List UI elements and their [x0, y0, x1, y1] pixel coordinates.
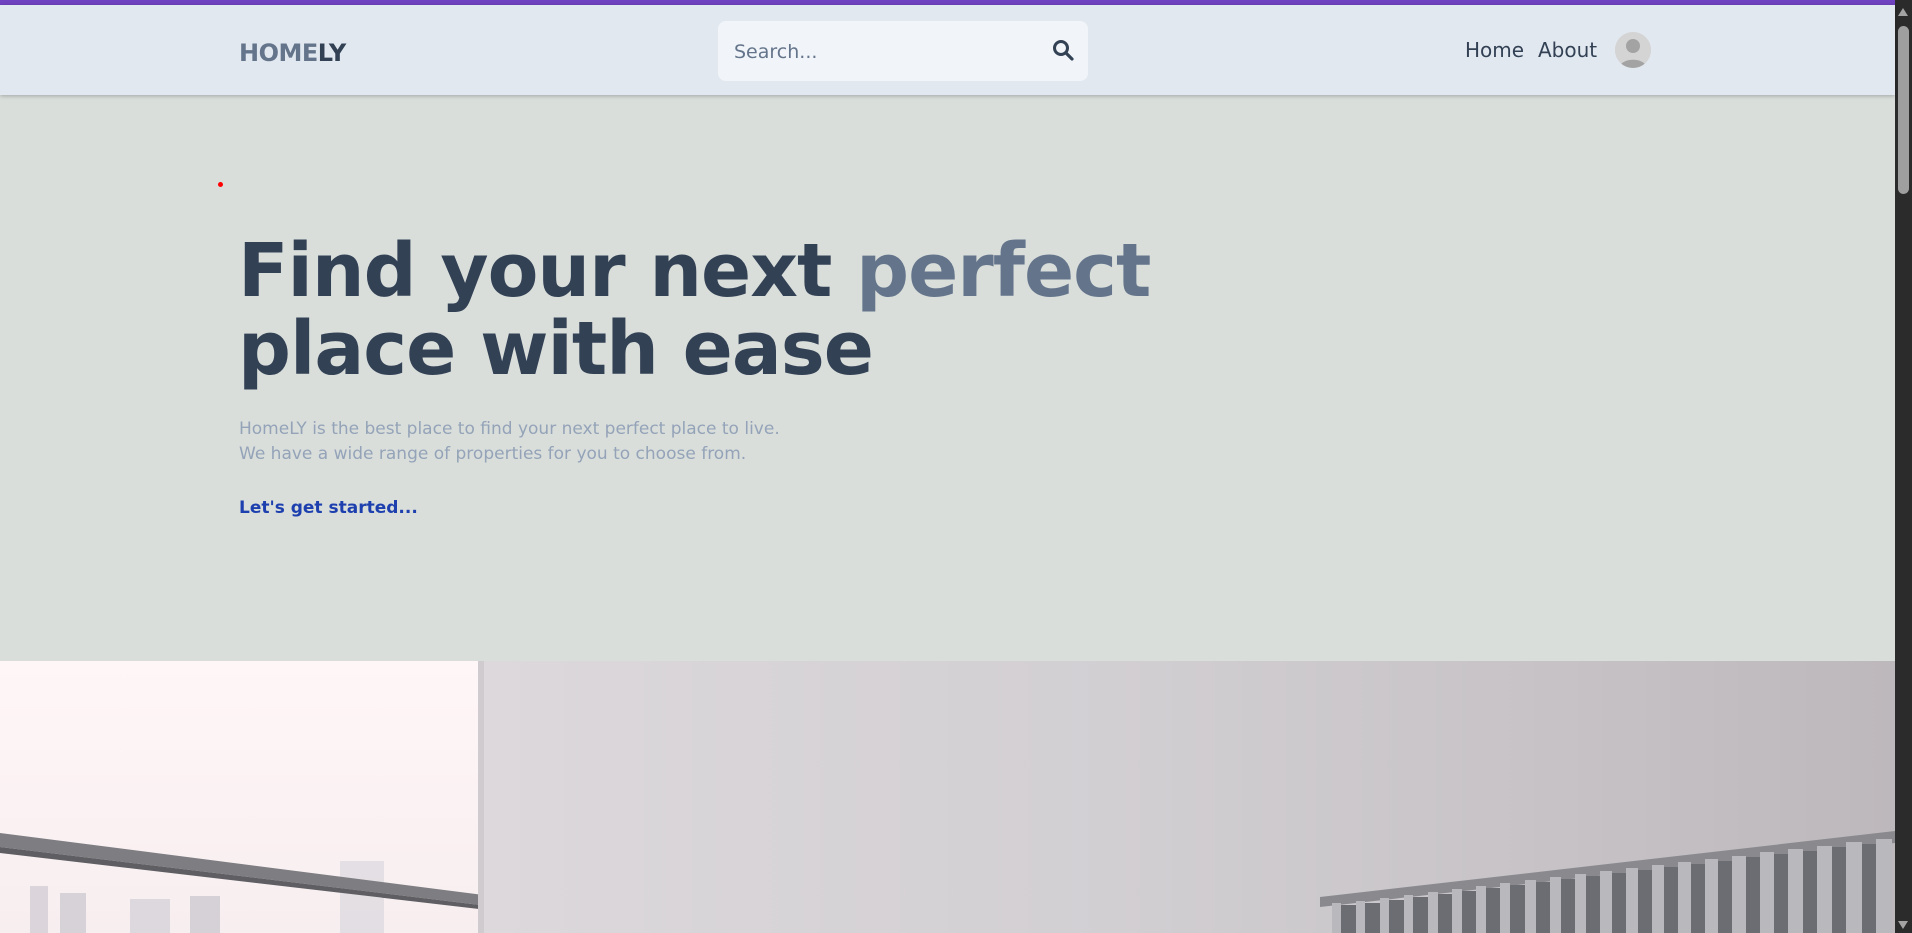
hero-description: HomeLY is the best place to find your ne… — [239, 417, 780, 467]
description-line-2: We have a wide range of properties for y… — [239, 444, 747, 464]
hero-image — [0, 661, 1895, 933]
site-header: HOMELY Home About — [0, 5, 1895, 95]
logo-part-ly: LY — [317, 39, 346, 67]
page-scrollbar[interactable] — [1895, 0, 1912, 933]
search-bar — [718, 21, 1088, 81]
search-icon — [1053, 39, 1074, 61]
hero-headline: Find your next perfect place with ease — [238, 232, 1151, 388]
scroll-down-arrow-icon[interactable] — [1898, 921, 1908, 929]
search-button[interactable] — [1048, 36, 1078, 66]
balcony-photo — [0, 661, 1895, 933]
user-avatar-button[interactable] — [1615, 32, 1651, 68]
get-started-link[interactable]: Let's get started... — [239, 498, 418, 518]
search-input[interactable] — [732, 33, 1036, 71]
headline-part1: Find your next — [238, 228, 857, 314]
nav-about-link[interactable]: About — [1538, 38, 1597, 62]
red-dot-marker — [218, 182, 223, 187]
scroll-up-arrow-icon[interactable] — [1898, 8, 1908, 16]
logo[interactable]: HOMELY — [239, 39, 346, 67]
user-avatar-icon — [1615, 32, 1651, 68]
nav-home-link[interactable]: Home — [1465, 38, 1524, 62]
logo-part-home: HOME — [239, 39, 318, 67]
headline-part2: place with ease — [238, 306, 874, 392]
headline-accent: perfect — [856, 228, 1151, 314]
scrollbar-thumb[interactable] — [1898, 26, 1909, 194]
description-line-1: HomeLY is the best place to find your ne… — [239, 419, 780, 439]
